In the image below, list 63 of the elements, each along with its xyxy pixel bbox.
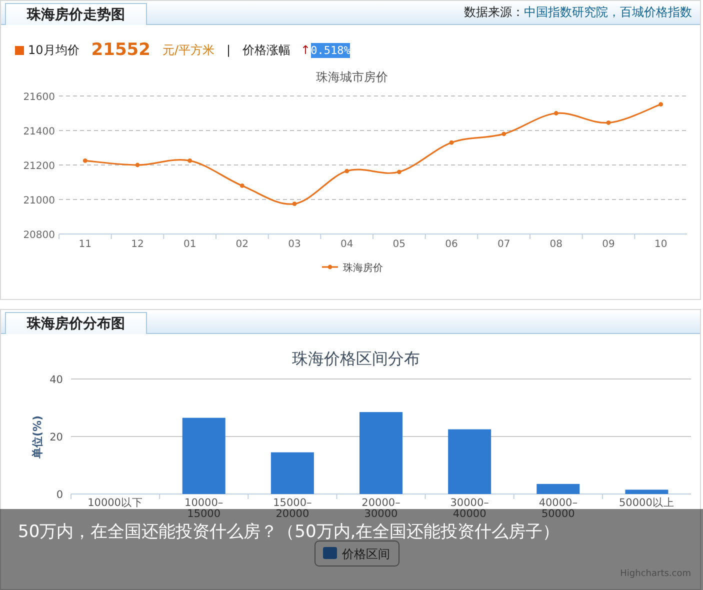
data-point <box>240 184 244 188</box>
data-point <box>188 158 192 163</box>
axis-label: 30000–40000 <box>450 497 489 520</box>
legend-line-icon <box>322 264 338 270</box>
axis-label: 21200 <box>23 161 55 172</box>
axis-label: 20000–30000 <box>362 497 400 520</box>
chart-title: 珠海城市房价 <box>316 70 388 84</box>
axis-label: 50000以上 <box>619 497 674 509</box>
data-point <box>502 132 506 136</box>
legend-label[interactable]: 珠海房价 <box>343 263 383 274</box>
axis-title: 单位(%) <box>31 415 44 459</box>
axis-label: 40000–50000 <box>538 497 578 520</box>
axis-label: 20 <box>50 432 63 444</box>
data-point <box>292 202 297 206</box>
axis-label: 10000以下 <box>88 497 143 509</box>
data-point <box>344 168 350 174</box>
axis-label: 21400 <box>23 126 55 138</box>
axis-label: 09 <box>602 239 615 250</box>
bar <box>270 452 314 494</box>
axis-label: 12 <box>131 239 144 250</box>
axis-label: 40 <box>50 374 63 386</box>
price-change: 0.518% <box>310 42 350 58</box>
axis-label: 05 <box>392 239 406 250</box>
data-point <box>449 140 454 145</box>
axis-label: 11 <box>78 239 92 250</box>
change-label: 价格涨幅 <box>242 42 291 58</box>
legend-swatch-icon <box>323 547 337 559</box>
bar <box>448 429 492 494</box>
data-point <box>658 102 664 106</box>
axis-label: 08 <box>550 239 563 250</box>
axis-label: 03 <box>288 239 301 250</box>
data-point <box>135 162 140 168</box>
bar <box>536 484 580 494</box>
axis-label: 15000–20000 <box>273 497 312 520</box>
month-label: 10月均价 <box>28 42 80 58</box>
bar <box>625 490 668 494</box>
source-link[interactable]: 中国指数研究院，百城价格指数 <box>524 5 692 19</box>
data-point <box>396 170 402 174</box>
data-point <box>554 111 558 116</box>
average-price: 21552 <box>91 40 150 60</box>
axis-label: 0 <box>56 489 63 501</box>
axis-label: 01 <box>183 239 196 250</box>
axis-label: 21600 <box>23 92 55 103</box>
up-arrow-icon: ↑ <box>300 43 311 57</box>
axis-label: 04 <box>340 239 354 250</box>
axis-label: 10 <box>654 239 668 250</box>
axis-label: 06 <box>445 239 458 250</box>
separator: | <box>226 43 231 57</box>
data-point <box>606 120 611 125</box>
axis-label: 02 <box>236 239 249 250</box>
panel-tab[interactable]: 珠海房价走势图 <box>5 3 147 25</box>
chart-title: 珠海价格区间分布 <box>292 349 420 368</box>
source-label: 数据来源： <box>464 5 524 19</box>
axis-label: 21000 <box>23 196 55 206</box>
axis-label: 20800 <box>23 230 55 241</box>
data-point <box>82 158 88 163</box>
square-icon <box>15 46 24 54</box>
caption-text: 50万内，在全国还能投资什么房？（50万内,在全国还能投资什么房子） <box>18 524 560 540</box>
legend-label[interactable]: 价格区间 <box>342 547 390 561</box>
price-unit: 元/平方米 <box>162 42 214 58</box>
panel-tab[interactable]: 珠海房价分布图 <box>5 312 147 334</box>
axis-label: 10000–15000 <box>184 497 224 520</box>
axis-label: 07 <box>497 239 510 250</box>
